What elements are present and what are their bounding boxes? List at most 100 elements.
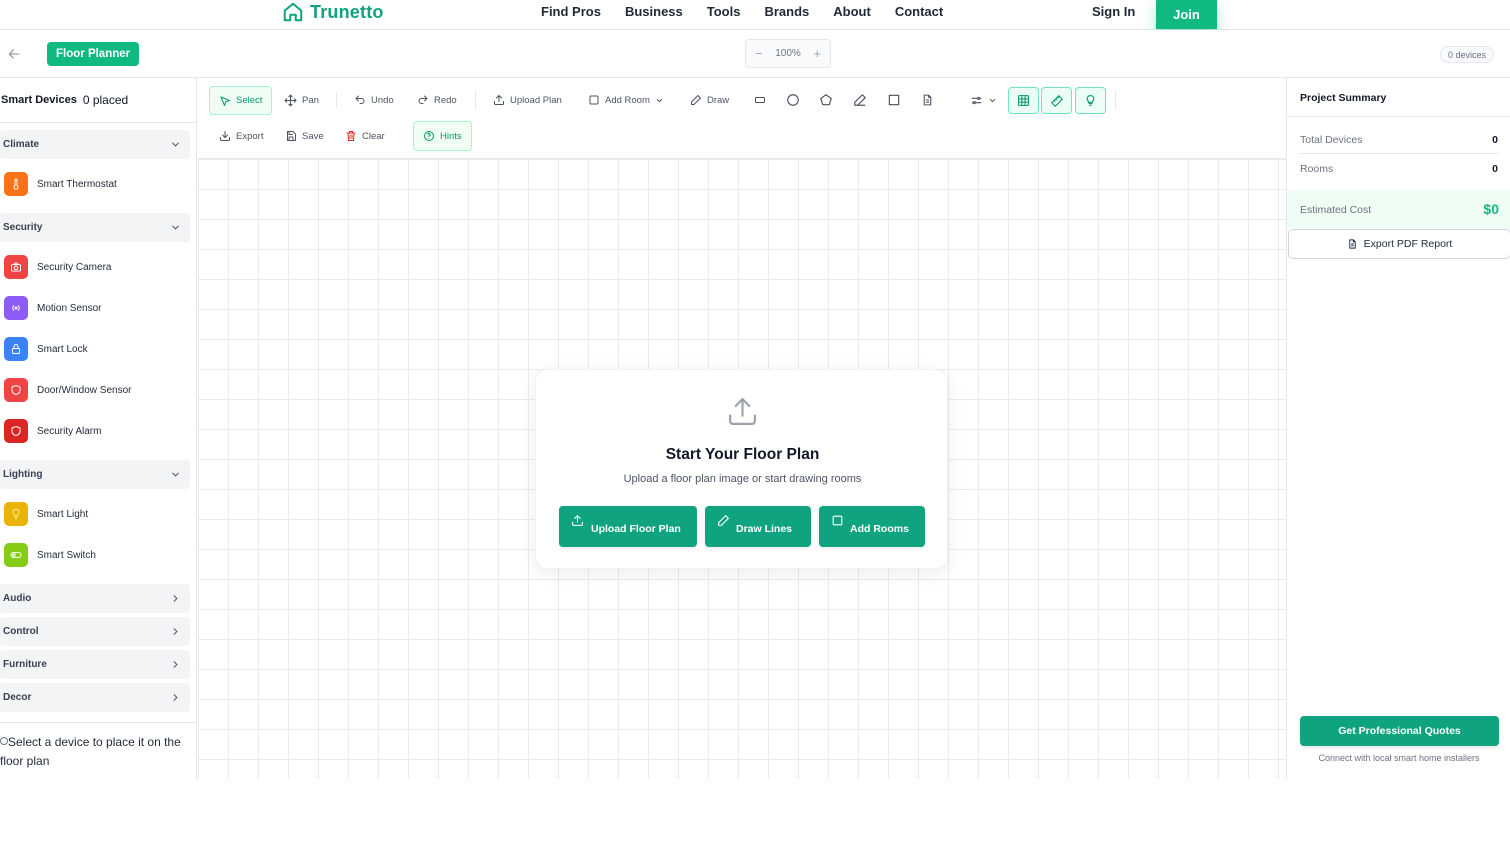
upload-plan-label: Upload Plan xyxy=(510,94,562,106)
category-lighting[interactable]: Lighting xyxy=(0,460,190,489)
chevron-down-icon xyxy=(172,472,179,477)
join-button[interactable]: Join xyxy=(1156,0,1217,29)
estimated-cost-value: $0 xyxy=(1483,201,1499,217)
upload-floor-plan-button[interactable]: Upload Floor Plan xyxy=(559,506,697,547)
ruler-icon xyxy=(1050,94,1063,107)
floor-plan-canvas[interactable]: Start Your Floor Plan Upload a floor pla… xyxy=(198,159,1286,779)
category-security[interactable]: Security xyxy=(0,213,190,242)
download-icon xyxy=(220,131,230,141)
device-label: Smart Thermostat xyxy=(37,178,117,190)
file-icon xyxy=(923,94,932,106)
nav-link-find-pros[interactable]: Find Pros xyxy=(541,4,601,19)
rectangle-tool-button[interactable] xyxy=(753,86,767,114)
chevron-right-icon xyxy=(173,694,178,701)
toolbar-divider xyxy=(475,92,476,108)
arrow-left-icon[interactable] xyxy=(6,46,22,62)
category-label: Control xyxy=(3,626,39,637)
device-smart-switch[interactable]: Smart Switch xyxy=(4,542,96,568)
quotes-note: Connect with local smart home installers xyxy=(1318,753,1480,763)
floor-planner-badge: Floor Planner xyxy=(47,42,140,66)
sign-in-link[interactable]: Sign In xyxy=(1092,4,1135,19)
device-security-camera[interactable]: Security Camera xyxy=(4,254,111,280)
device-smart-thermostat[interactable]: Smart Thermostat xyxy=(4,171,117,197)
placed-count: 0 placed xyxy=(82,93,129,107)
add-room-dropdown[interactable]: Add Room xyxy=(588,86,664,114)
category-furniture[interactable]: Furniture xyxy=(0,650,190,679)
device-smart-lock[interactable]: Smart Lock xyxy=(4,336,88,362)
clear-label: Clear xyxy=(362,130,385,142)
redo-label: Redo xyxy=(434,94,457,106)
category-audio[interactable]: Audio xyxy=(0,584,190,613)
device-motion-sensor[interactable]: Motion Sensor xyxy=(4,295,101,321)
select-tool-button[interactable]: Select xyxy=(209,86,273,115)
top-navigation: Trunetto Find Pros Business Tools Brands… xyxy=(0,0,1510,30)
category-climate[interactable]: Climate xyxy=(0,130,190,159)
nav-link-contact[interactable]: Contact xyxy=(895,4,943,19)
pan-tool-button[interactable]: Pan xyxy=(284,86,319,114)
undo-icon xyxy=(355,95,365,104)
start-subtitle: Upload a floor plan image or start drawi… xyxy=(623,473,862,485)
square-icon xyxy=(832,515,843,526)
device-door-window-sensor[interactable]: Door/Window Sensor xyxy=(4,377,131,403)
info-icon xyxy=(0,737,8,745)
nav-link-brands[interactable]: Brands xyxy=(764,4,809,19)
redo-button[interactable]: Redo xyxy=(417,86,457,114)
move-icon xyxy=(284,93,297,107)
summary-row-rooms: Rooms 0 xyxy=(1300,163,1498,175)
device-label: Security Camera xyxy=(37,261,112,273)
nav-link-tools[interactable]: Tools xyxy=(707,4,741,19)
chevron-down-icon xyxy=(172,225,179,230)
project-summary-panel: Project Summary Total Devices 0 Rooms 0 … xyxy=(1286,78,1510,779)
device-label: Security Alarm xyxy=(37,425,102,437)
brand-logo[interactable]: Trunetto xyxy=(282,0,384,24)
add-rooms-button[interactable]: Add Rooms xyxy=(819,506,925,547)
category-control[interactable]: Control xyxy=(0,617,190,646)
chevron-down-icon xyxy=(172,142,179,147)
category-decor[interactable]: Decor xyxy=(0,683,190,712)
settings-dropdown[interactable] xyxy=(970,86,997,114)
chevron-right-icon xyxy=(173,661,178,668)
zoom-out-button[interactable]: − xyxy=(755,46,763,61)
lightbulb-toggle-button[interactable] xyxy=(1075,87,1106,114)
hints-toggle-button[interactable]: Hints xyxy=(413,121,472,151)
category-label: Lighting xyxy=(3,469,43,480)
undo-button[interactable]: Undo xyxy=(354,86,394,114)
pointer-icon xyxy=(220,96,230,106)
estimated-cost-row: Estimated Cost $0 xyxy=(1287,190,1510,228)
freehand-tool-button[interactable] xyxy=(853,86,867,114)
divider xyxy=(1287,116,1510,117)
device-security-alarm[interactable]: Security Alarm xyxy=(4,418,101,444)
export-button[interactable]: Export xyxy=(219,122,263,150)
circle-tool-button[interactable] xyxy=(786,86,800,114)
sidebar-hint-text: Select a device to place it on the floor… xyxy=(0,735,181,768)
clear-button[interactable]: Clear xyxy=(345,122,385,150)
category-label: Climate xyxy=(3,139,40,150)
polygon-tool-button[interactable] xyxy=(819,86,833,114)
undo-label: Undo xyxy=(371,94,394,106)
pencil-icon xyxy=(854,94,866,106)
draw-lines-button[interactable]: Draw Lines xyxy=(705,506,811,547)
notes-tool-button[interactable] xyxy=(921,86,934,114)
sliders-icon xyxy=(971,96,982,104)
pencil-icon xyxy=(691,95,701,105)
toolbar-divider xyxy=(336,92,337,108)
upload-plan-button[interactable]: Upload Plan xyxy=(493,86,562,114)
grid-toggle-button[interactable] xyxy=(1008,87,1039,114)
draw-tool-button[interactable]: Draw xyxy=(690,86,729,114)
device-smart-light[interactable]: Smart Light xyxy=(4,501,88,527)
upload-icon xyxy=(494,94,504,105)
save-button[interactable]: Save xyxy=(285,122,324,150)
get-quotes-button[interactable]: Get Professional Quotes xyxy=(1300,716,1499,746)
camera-icon xyxy=(4,255,28,279)
zoom-in-button[interactable]: + xyxy=(813,46,821,61)
draw-lines-label: Draw Lines xyxy=(736,523,793,535)
wall-tool-button[interactable] xyxy=(887,86,901,114)
editor-toolbar: Select Pan Undo Redo Upload Plan Add Roo… xyxy=(198,78,1286,159)
nav-link-business[interactable]: Business xyxy=(625,4,683,19)
square-icon xyxy=(888,94,900,106)
export-pdf-button[interactable]: Export PDF Report xyxy=(1288,229,1510,259)
nav-link-about[interactable]: About xyxy=(833,4,871,19)
measure-toggle-button[interactable] xyxy=(1041,87,1072,114)
chevron-down-icon xyxy=(989,98,996,102)
sidebar-header: Smart Devices 0 placed xyxy=(0,78,196,123)
